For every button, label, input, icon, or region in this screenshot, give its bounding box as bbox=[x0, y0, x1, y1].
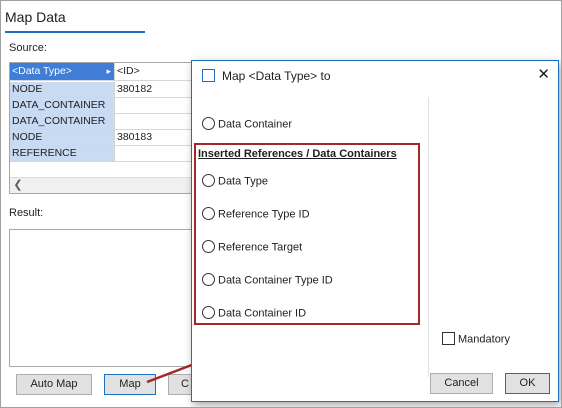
dialog-titlebar[interactable]: Map <Data Type> to ✕ bbox=[192, 61, 558, 90]
row-id-cell: 380183 bbox=[115, 130, 195, 146]
radio-button-icon[interactable] bbox=[202, 207, 215, 220]
map-button[interactable]: Map bbox=[104, 374, 156, 395]
column-header-label: <Data Type> bbox=[12, 65, 72, 77]
radio-label: Data Type bbox=[218, 175, 268, 188]
highlight-box bbox=[194, 143, 420, 325]
row-type-cell: NODE bbox=[10, 82, 115, 98]
row-type-cell: DATA_CONTAINER bbox=[10, 114, 115, 130]
result-label: Result: bbox=[9, 207, 44, 219]
radio-label: Data Container ID bbox=[218, 307, 307, 320]
radio-label: Reference Type ID bbox=[218, 208, 310, 221]
window-icon bbox=[202, 69, 215, 82]
scroll-left-icon[interactable]: ❮ bbox=[12, 179, 24, 192]
radio-label: Reference Target bbox=[218, 241, 303, 254]
radio-label: Data Container Type ID bbox=[218, 274, 333, 287]
column-header-data-type[interactable]: <Data Type> ▸ bbox=[10, 63, 115, 81]
radio-data-container-type-id[interactable]: Data Container Type ID bbox=[202, 273, 333, 290]
radio-label: Data Container bbox=[218, 118, 292, 131]
close-icon[interactable]: ✕ bbox=[537, 66, 550, 84]
row-type-cell: DATA_CONTAINER bbox=[10, 98, 115, 114]
cancel-button[interactable]: Cancel bbox=[430, 373, 493, 394]
mandatory-checkbox[interactable]: Mandatory bbox=[442, 332, 510, 346]
row-type-cell: NODE bbox=[10, 130, 115, 146]
ok-button[interactable]: OK bbox=[505, 373, 550, 394]
radio-data-container[interactable]: Data Container bbox=[202, 117, 292, 134]
row-id-cell bbox=[115, 146, 195, 162]
radio-data-container-id[interactable]: Data Container ID bbox=[202, 306, 307, 323]
page-title: Map Data bbox=[5, 9, 66, 25]
radio-button-icon[interactable] bbox=[202, 306, 215, 319]
radio-button-icon[interactable] bbox=[202, 273, 215, 286]
map-data-type-dialog[interactable]: Map <Data Type> to ✕ Data Container Inse… bbox=[191, 60, 559, 402]
row-id-cell: 380182 bbox=[115, 82, 195, 98]
map-data-panel: Map Data Source: <Data Type> ▸ <ID> NODE… bbox=[0, 0, 562, 408]
radio-reference-type-id[interactable]: Reference Type ID bbox=[202, 207, 310, 224]
row-type-cell: REFERENCE bbox=[10, 146, 115, 162]
mandatory-label: Mandatory bbox=[458, 333, 510, 346]
dialog-divider bbox=[428, 97, 429, 377]
group-heading: Inserted References / Data Containers bbox=[198, 148, 397, 160]
title-underline bbox=[5, 31, 145, 33]
radio-button-icon[interactable] bbox=[202, 240, 215, 253]
checkbox-icon[interactable] bbox=[442, 332, 455, 345]
radio-reference-target[interactable]: Reference Target bbox=[202, 240, 303, 257]
row-id-cell bbox=[115, 114, 195, 130]
radio-button-icon[interactable] bbox=[202, 174, 215, 187]
source-label: Source: bbox=[9, 42, 47, 54]
dialog-title: Map <Data Type> to bbox=[222, 69, 331, 83]
auto-map-button[interactable]: Auto Map bbox=[16, 374, 92, 395]
row-id-cell bbox=[115, 98, 195, 114]
radio-data-type[interactable]: Data Type bbox=[202, 174, 268, 191]
sort-icon: ▸ bbox=[106, 66, 111, 76]
radio-button-icon[interactable] bbox=[202, 117, 215, 130]
column-header-id[interactable]: <ID> bbox=[115, 63, 195, 81]
